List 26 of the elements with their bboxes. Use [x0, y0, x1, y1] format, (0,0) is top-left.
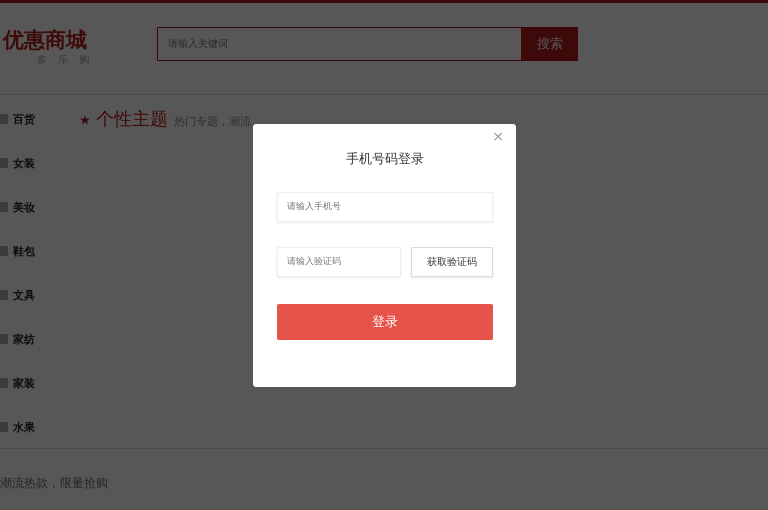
login-button[interactable]: 登录 [277, 304, 493, 340]
category-item[interactable]: 百货 [13, 112, 35, 126]
category-item[interactable]: 鞋包 [13, 244, 35, 258]
phone-field[interactable]: 请输入手机号 [277, 192, 493, 222]
category-icon [0, 246, 8, 256]
category-item[interactable]: 水果 [13, 420, 35, 434]
category-icon [0, 290, 8, 300]
category-item[interactable]: 女装 [13, 156, 35, 170]
category-item[interactable]: 家装 [13, 376, 35, 390]
get-code-button[interactable]: 获取验证码 [411, 247, 493, 277]
search-button[interactable]: 搜索 [522, 27, 578, 61]
category-icon [0, 114, 8, 124]
category-item[interactable]: 文具 [13, 288, 35, 302]
category-item[interactable]: 美妆 [13, 200, 35, 214]
category-icon [0, 158, 8, 168]
code-field[interactable]: 请输入验证码 [277, 247, 401, 277]
category-icon [0, 202, 8, 212]
category-icon [0, 378, 8, 388]
category-item[interactable]: 家纺 [13, 332, 35, 346]
dialog-title: 手机号码登录 [346, 151, 424, 169]
category-icon [0, 334, 8, 344]
logo-text[interactable]: 优惠商城 [3, 27, 157, 53]
section-title: 个性主题 [96, 108, 168, 131]
star-icon [80, 115, 90, 125]
close-button[interactable]: × [488, 129, 508, 145]
category-icon [0, 422, 8, 432]
